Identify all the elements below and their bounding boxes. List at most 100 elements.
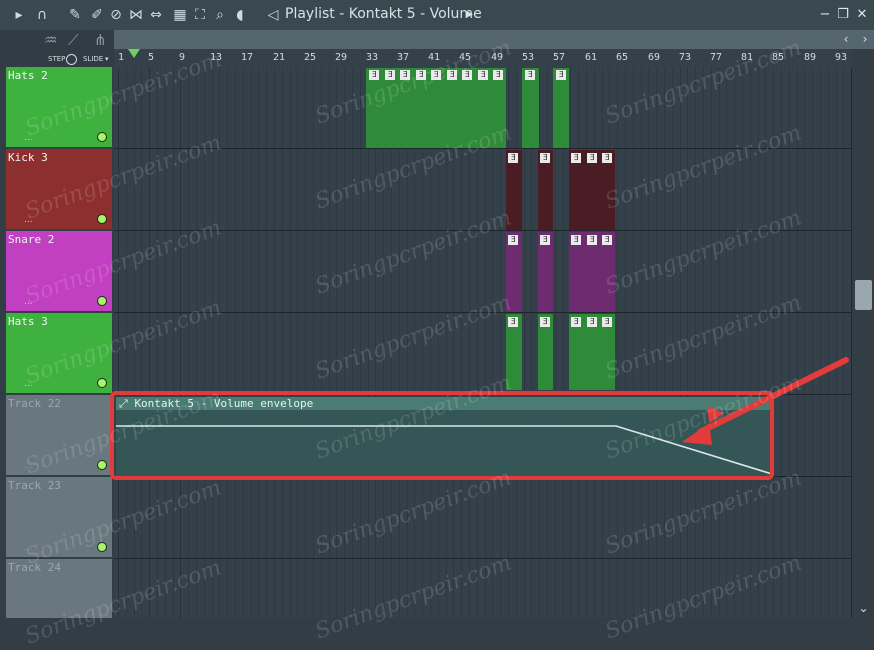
clip-pattern-icon[interactable]: Ǝ (587, 153, 597, 163)
grid-icon[interactable]: ⋔ (94, 31, 107, 49)
ruler-number: 69 (648, 52, 661, 63)
clip-pattern-icon[interactable]: Ǝ (602, 235, 612, 245)
playback-icon[interactable]: ◖ (231, 6, 249, 24)
clip-pattern-icon[interactable]: Ǝ (508, 317, 518, 327)
scroll-down-icon[interactable]: ⌄ (855, 600, 872, 616)
track-led-icon[interactable] (97, 460, 107, 470)
minimize-button[interactable]: − (818, 8, 832, 22)
clip-pattern-icon[interactable]: Ǝ (587, 235, 597, 245)
window-title: Playlist - Kontakt 5 - Volume (285, 6, 482, 22)
track-name: Kick 3 (8, 151, 48, 164)
ruler-number: 33 (366, 52, 379, 63)
track-name: Hats 2 (8, 69, 48, 82)
track-led-icon[interactable] (97, 378, 107, 388)
mute-icon[interactable]: ⋈ (127, 6, 145, 24)
track-led-icon[interactable] (97, 214, 107, 224)
vertical-scroll-thumb[interactable] (855, 280, 872, 310)
grid-line (828, 67, 829, 618)
clip-pattern-icon[interactable]: Ǝ (540, 235, 550, 245)
grid-line (524, 67, 525, 618)
clip-pattern-icon[interactable]: Ǝ (571, 317, 581, 327)
clip-pattern-icon[interactable]: Ǝ (540, 153, 550, 163)
clip-pattern-icon[interactable]: Ǝ (587, 317, 597, 327)
ruler-number: 17 (241, 52, 254, 63)
select-icon[interactable]: ▦ (171, 6, 189, 24)
ruler-number: 53 (522, 52, 535, 63)
clip-pattern-icon[interactable]: Ǝ (508, 153, 518, 163)
clip-pattern-icon[interactable]: Ǝ (602, 317, 612, 327)
grid-line (797, 67, 798, 618)
slide-label: SLIDE (83, 55, 104, 63)
title-dropdown-icon[interactable]: ▸ (466, 6, 473, 22)
grid-line (243, 67, 244, 618)
track-name: Hats 3 (8, 315, 48, 328)
paint-icon[interactable]: ✐ (88, 6, 106, 24)
grid-line (258, 67, 259, 618)
ruler-number: 21 (273, 52, 286, 63)
grid-line (820, 67, 821, 618)
ruler-number: 65 (616, 52, 629, 63)
grid-line (843, 67, 844, 618)
slide-dropdown-icon[interactable]: ▾ (105, 55, 109, 63)
connect-icon[interactable]: ⟋ (68, 31, 79, 49)
ruler-number: 29 (335, 52, 348, 63)
track-name: Track 23 (8, 479, 61, 492)
ruler-number: 73 (679, 52, 692, 63)
pattern-clip[interactable] (553, 68, 569, 148)
scroll-right-icon[interactable]: › (857, 31, 873, 47)
grid-line (305, 67, 306, 618)
ruler-number: 61 (585, 52, 598, 63)
vertical-scrollbar[interactable]: ⌄ (851, 67, 874, 618)
clip-pattern-icon[interactable]: Ǝ (602, 153, 612, 163)
clip-pattern-icon[interactable]: Ǝ (540, 317, 550, 327)
close-button[interactable]: ✕ (855, 8, 869, 22)
ruler-number: 5 (148, 52, 155, 63)
ruler-number: 89 (804, 52, 817, 63)
menu-arrow-icon[interactable]: ▸ (10, 6, 28, 24)
grid-line (500, 67, 501, 618)
slip-icon[interactable]: ⇔ (147, 6, 165, 24)
track-name: Snare 2 (8, 233, 55, 246)
grid-line (227, 67, 228, 618)
restore-button[interactable]: ❐ (836, 8, 850, 22)
grid-line (290, 67, 291, 618)
grid-line (274, 67, 275, 618)
ruler-number: 25 (304, 52, 317, 63)
clip-pattern-icon[interactable]: Ǝ (508, 235, 518, 245)
grid-line (836, 67, 837, 618)
grid-line (282, 67, 283, 618)
search-icon[interactable]: ⌕ (211, 6, 229, 24)
clip-pattern-icon[interactable]: Ǝ (571, 235, 581, 245)
ruler-number: 93 (835, 52, 848, 63)
wave-icon[interactable]: ♒ (44, 31, 57, 49)
delete-icon[interactable]: ⊘ (107, 6, 125, 24)
magnet-icon[interactable]: ∩ (33, 6, 51, 24)
clip-pattern-icon[interactable]: Ǝ (556, 70, 566, 80)
zoom-icon[interactable]: ⛶ (191, 6, 209, 24)
speaker-icon[interactable]: ◁ (264, 6, 282, 24)
grid-line (789, 67, 790, 618)
track-led-icon[interactable] (97, 132, 107, 142)
clip-pattern-icon[interactable]: Ǝ (571, 153, 581, 163)
step-label: STEP (48, 55, 66, 63)
window-titlebar: ▸ ∩ ✎ ✐ ⊘ ⋈ ⇔ ▦ ⛶ ⌕ ◖ ◁ Playlist - Konta… (0, 0, 874, 30)
grid-line (812, 67, 813, 618)
grid-line (235, 67, 236, 618)
track-led-icon[interactable] (97, 296, 107, 306)
grid-line (555, 67, 556, 618)
playhead-marker-icon[interactable] (128, 49, 140, 58)
ruler-number: 57 (553, 52, 566, 63)
ruler-number: 37 (397, 52, 410, 63)
pencil-icon[interactable]: ✎ (66, 6, 84, 24)
grid-line (563, 67, 564, 618)
grid-line (804, 67, 805, 618)
clip-pattern-icon[interactable]: Ǝ (525, 70, 535, 80)
clip-pattern-icon[interactable]: Ǝ (493, 70, 503, 80)
scroll-left-icon[interactable]: ‹ (838, 31, 854, 47)
ruler-number: 77 (710, 52, 723, 63)
grid-line (251, 67, 252, 618)
clip-pattern-icon[interactable]: Ǝ (369, 70, 379, 80)
ruler-number: 1 (118, 52, 125, 63)
step-toggle[interactable] (66, 54, 77, 65)
pattern-clip[interactable] (522, 68, 539, 148)
